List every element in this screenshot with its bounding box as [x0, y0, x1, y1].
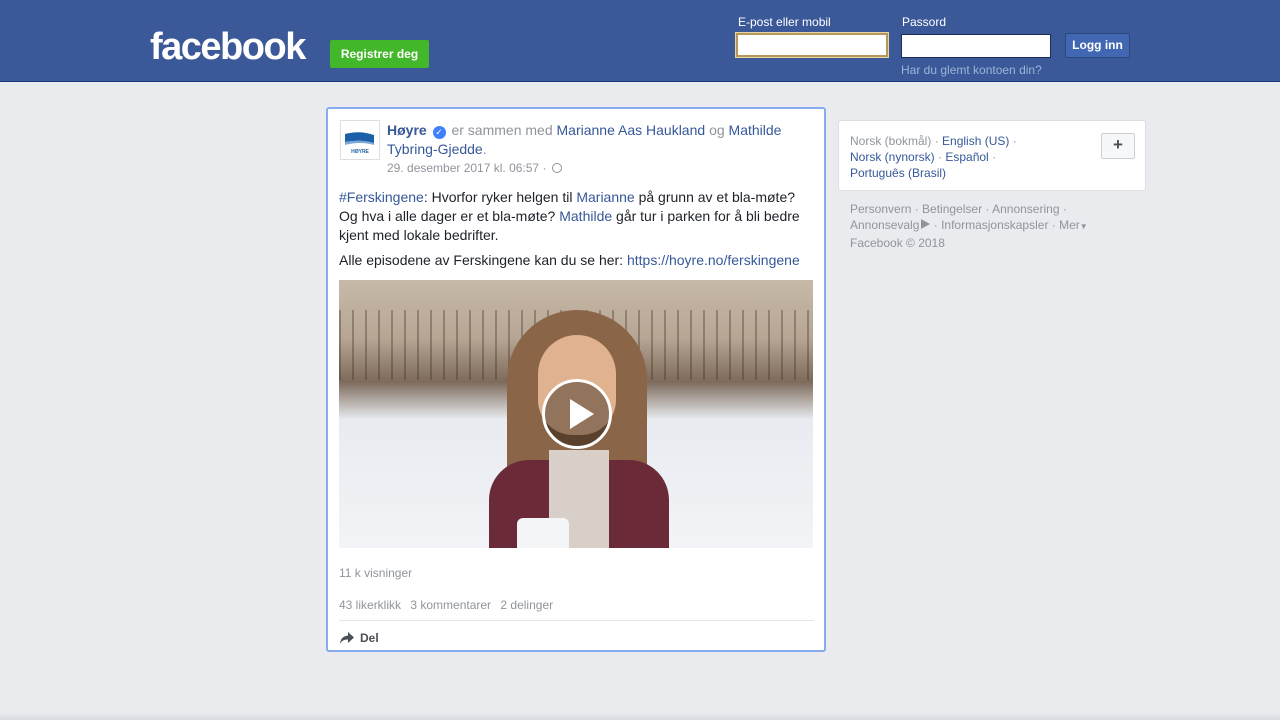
separator: ·	[930, 218, 942, 232]
play-icon[interactable]	[542, 379, 612, 449]
author-link[interactable]: Høyre	[387, 122, 427, 138]
separator: ·	[988, 150, 997, 164]
verified-icon: ✓	[432, 126, 446, 139]
email-label: E-post eller mobil	[738, 15, 831, 29]
mention-link[interactable]: Mathilde	[559, 208, 612, 224]
email-field[interactable]	[736, 33, 888, 57]
separator: ·	[934, 150, 946, 164]
more-menu[interactable]: Mer	[1059, 218, 1080, 232]
mention-link[interactable]: Marianne	[576, 189, 634, 205]
text-segment: : Hvorfor ryker helgen til	[423, 189, 577, 205]
password-field[interactable]	[901, 34, 1051, 58]
language-link[interactable]: Português (Brasil)	[850, 166, 946, 180]
bottom-shade	[0, 712, 1280, 720]
post-timestamp[interactable]: 29. desember 2017 kl. 06:57	[387, 161, 539, 175]
language-current: Norsk (bokmål)	[850, 134, 932, 148]
post-paragraph: #Ferskingene: Hvorfor ryker helgen til M…	[339, 188, 814, 245]
divider	[339, 620, 814, 621]
language-box: Norsk (bokmål) · English (US) · Norsk (n…	[838, 120, 1146, 191]
footer-link[interactable]: Annonsering	[992, 202, 1059, 216]
text-segment: Alle episodene av Ferskingene kan du se …	[339, 252, 627, 268]
likes-count[interactable]: 43 likerklikk	[339, 598, 401, 612]
forgot-account-link[interactable]: Har du glemt kontoen din?	[901, 63, 1042, 77]
register-button[interactable]: Registrer deg	[330, 40, 429, 68]
copyright: Facebook © 2018	[850, 236, 945, 250]
share-arrow-icon	[340, 632, 354, 644]
shares-count[interactable]: 2 delinger	[500, 598, 553, 612]
tagged-person-link[interactable]: Marianne Aas Haukland	[557, 122, 706, 138]
share-button[interactable]: Del	[339, 628, 379, 648]
avatar-text: HØYRE	[351, 149, 369, 155]
password-label: Passord	[902, 15, 947, 29]
page-avatar[interactable]: HØYRE	[340, 120, 380, 160]
hashtag-link[interactable]: #Ferskingene	[339, 189, 424, 205]
language-list: Norsk (bokmål) · English (US) · Norsk (n…	[850, 133, 1060, 181]
globe-icon[interactable]	[551, 163, 562, 173]
separator: ·	[931, 134, 943, 148]
footer-link[interactable]: Informasjonskapsler	[941, 218, 1048, 232]
login-button[interactable]: Logg inn	[1065, 33, 1130, 58]
and-text: og	[709, 122, 725, 138]
separator: ·	[1009, 134, 1017, 148]
footer-link[interactable]: Betingelser	[922, 202, 982, 216]
top-bar: facebook Registrer deg E-post eller mobi…	[0, 0, 1280, 82]
language-link[interactable]: Norsk (nynorsk)	[850, 150, 935, 164]
meta-separator: ·	[542, 161, 547, 175]
hoyre-logo-icon: HØYRE	[345, 132, 374, 155]
post-card: HØYRE Høyre ✓ er sammen med Marianne Aas…	[326, 107, 826, 652]
footer-link[interactable]: Annonsevalg	[850, 218, 919, 232]
post-stats: 43 likerklikk 3 kommentarer 2 delinger	[339, 598, 559, 612]
caret-down-icon[interactable]: ▼	[1080, 222, 1088, 231]
footer-link[interactable]: Personvern	[850, 202, 911, 216]
facebook-logo[interactable]: facebook	[150, 26, 306, 68]
period: .	[482, 141, 487, 157]
view-count: 11 k visninger	[339, 566, 413, 580]
separator: ·	[982, 202, 993, 216]
separator: ·	[911, 202, 923, 216]
with-text: er sammen med	[451, 122, 553, 138]
comments-count[interactable]: 3 kommentarer	[410, 598, 491, 612]
post-header: Høyre ✓ er sammen med Marianne Aas Haukl…	[387, 121, 807, 159]
footer-links: Personvern · Betingelser · Annonsering ·…	[850, 201, 1140, 251]
share-label: Del	[360, 631, 379, 645]
post-body: #Ferskingene: Hvorfor ryker helgen til M…	[339, 188, 814, 276]
external-link[interactable]: https://hoyre.no/ferskingene	[627, 252, 800, 268]
video-player[interactable]	[339, 280, 813, 548]
video-figure	[517, 518, 569, 548]
plus-icon[interactable]: +	[1101, 133, 1135, 159]
post-meta: 29. desember 2017 kl. 06:57 ·	[387, 161, 562, 175]
language-link[interactable]: English (US)	[942, 134, 1009, 148]
separator: ·	[1059, 202, 1067, 216]
separator: ·	[1048, 218, 1060, 232]
post-paragraph: Alle episodene av Ferskingene kan du se …	[339, 251, 814, 270]
language-link[interactable]: Español	[945, 150, 988, 164]
